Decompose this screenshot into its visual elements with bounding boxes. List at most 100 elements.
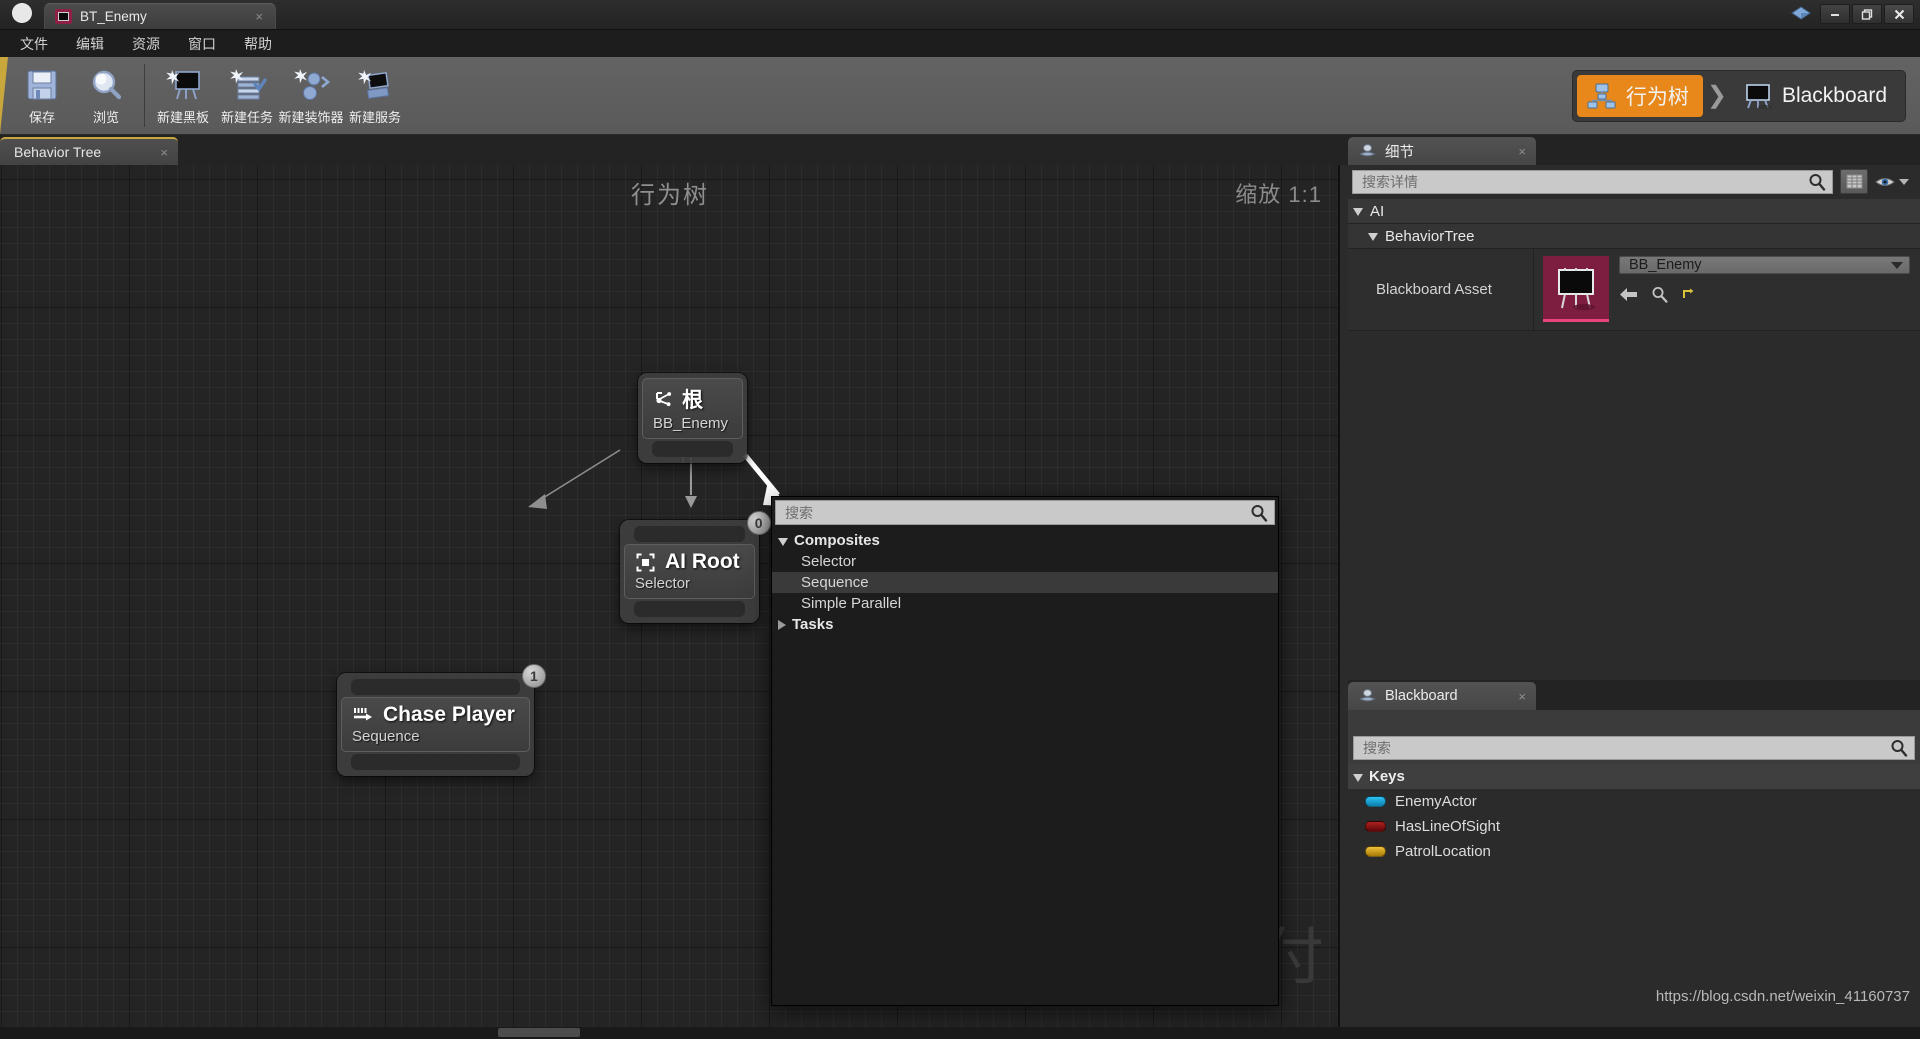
palette-item-simple-parallel[interactable]: Simple Parallel: [772, 593, 1278, 614]
menu-edit[interactable]: 编辑: [62, 31, 118, 57]
blackboard-key-haslineofsight[interactable]: HasLineOfSight: [1348, 814, 1920, 839]
details-search-placeholder: 搜索详情: [1362, 173, 1418, 190]
blackboard-key-patrollocation[interactable]: PatrolLocation: [1348, 839, 1920, 864]
menu-asset[interactable]: 资源: [118, 31, 174, 57]
feedback-diamond-icon[interactable]: [1788, 3, 1814, 25]
graph-node-chase-player-output-pin[interactable]: [351, 754, 520, 770]
tab-behavior-tree-close-icon[interactable]: ×: [160, 145, 168, 160]
titlebar-controls: [1788, 0, 1920, 29]
graph-node-ai-root-body[interactable]: AI Root Selector 0: [620, 511, 771, 623]
blackboard-panel: Blackboard × 搜索 Keys EnemyActor HasLineO…: [1348, 680, 1920, 1027]
key-type-swatch: [1365, 846, 1386, 857]
window-buttons: [1820, 4, 1914, 24]
graph-node-chase-player-title-row: Chase Player: [352, 703, 515, 727]
chevron-down-icon[interactable]: [1898, 178, 1910, 186]
behavior-tree-icon: [1587, 83, 1616, 108]
expander-open-icon[interactable]: [1353, 208, 1363, 216]
palette-item-sequence[interactable]: Sequence: [772, 572, 1278, 593]
tab-blackboard[interactable]: Blackboard ×: [1348, 682, 1536, 710]
blackboard-keys-header-label: Keys: [1369, 768, 1405, 785]
graph-node-ai-root-input-pin[interactable]: [634, 526, 745, 542]
expander-open-icon[interactable]: [1353, 773, 1363, 782]
browse-button-label: 浏览: [92, 110, 119, 125]
menu-window[interactable]: 窗口: [174, 31, 230, 57]
details-view-grid-button[interactable]: [1840, 169, 1868, 194]
blackboard-asset-combobox[interactable]: BB_Enemy: [1619, 256, 1910, 274]
browse-icon: [88, 66, 124, 104]
minimize-button[interactable]: [1820, 4, 1850, 24]
tab-behavior-tree[interactable]: Behavior Tree ×: [0, 137, 178, 165]
new-task-button[interactable]: 新建任务: [215, 61, 279, 126]
mode-blackboard-label: Blackboard: [1781, 83, 1887, 107]
graph-node-chase-player-body[interactable]: Chase Player Sequence 1: [337, 664, 546, 776]
details-category-ai[interactable]: AI: [1348, 199, 1920, 224]
details-visibility-button[interactable]: [1875, 175, 1914, 189]
reset-arrow-icon: [1683, 288, 1694, 298]
blackboard-thumbnail[interactable]: [1543, 256, 1609, 322]
use-selected-asset-button[interactable]: [1619, 287, 1638, 302]
close-button[interactable]: [1884, 4, 1914, 24]
unreal-behavior-tree-editor: BT_Enemy × 文件 编辑 资源 窗口 帮助 保存 浏览 新建黑板 新建任…: [0, 0, 1920, 1039]
details-tab-icon: [1359, 144, 1376, 157]
graph-node-root-output-pin[interactable]: [652, 441, 734, 457]
details-category-ai-label: AI: [1370, 202, 1385, 220]
graph-node-root-body[interactable]: 根 BB_Enemy: [638, 373, 748, 463]
tab-details[interactable]: 细节 ×: [1348, 137, 1536, 165]
mode-blackboard-button[interactable]: Blackboard: [1731, 76, 1901, 116]
menu-file[interactable]: 文件: [6, 31, 62, 57]
expander-open-icon[interactable]: [1368, 233, 1378, 241]
save-button[interactable]: 保存: [10, 61, 74, 126]
main-toolbar: 保存 浏览 新建黑板 新建任务 新建装饰器 新建服务 行为树 ❯ Blackbo…: [0, 57, 1920, 135]
tab-details-close-icon[interactable]: ×: [1518, 144, 1526, 159]
palette-category-composites[interactable]: Composites: [772, 530, 1278, 551]
asset-tab-bt-enemy[interactable]: BT_Enemy ×: [44, 3, 276, 29]
graph-node-root-subtitle: BB_Enemy: [653, 415, 729, 432]
restore-button[interactable]: [1852, 4, 1882, 24]
selector-node-icon: [636, 553, 655, 571]
new-service-button[interactable]: 新建服务: [343, 61, 407, 126]
expander-open-icon[interactable]: [778, 537, 788, 546]
new-blackboard-button[interactable]: 新建黑板: [151, 61, 215, 126]
palette-list: Composites Selector Sequence Simple Para…: [772, 528, 1278, 635]
tab-blackboard-close-icon[interactable]: ×: [1518, 689, 1526, 704]
details-search-field[interactable]: 搜索详情: [1352, 169, 1833, 194]
browse-magnifier-icon: [1652, 287, 1668, 303]
toolbar-group-asset: 保存 浏览: [8, 57, 140, 134]
blackboard-key-enemyactor[interactable]: EnemyActor: [1348, 789, 1920, 814]
back-arrow-icon: [1620, 288, 1637, 301]
browse-button[interactable]: 浏览: [74, 61, 138, 126]
graph-node-chase-player-input-pin[interactable]: [351, 679, 520, 695]
graph-watermark-label: 行为树: [631, 182, 709, 209]
window-titlebar: BT_Enemy ×: [0, 0, 1920, 30]
graph-node-ai-root-title: AI Root: [665, 550, 740, 573]
graph-node-ai-root[interactable]: AI Root Selector 0: [620, 511, 771, 623]
blackboard-keys-header[interactable]: Keys: [1348, 764, 1920, 789]
mode-behavior-tree-button[interactable]: 行为树: [1576, 74, 1703, 117]
asset-action-buttons: [1619, 280, 1910, 303]
asset-tab-close-icon[interactable]: ×: [251, 9, 267, 24]
blackboard-search-row: 搜索: [1348, 710, 1920, 764]
node-palette-context-menu[interactable]: 搜索 Composites Selector Sequence Simple P…: [771, 496, 1279, 1006]
graph-node-root[interactable]: 根 BB_Enemy: [638, 373, 748, 463]
mode-behavior-tree-label: 行为树: [1625, 85, 1689, 109]
details-property-blackboard-asset: Blackboard Asset BB_Enemy: [1348, 249, 1920, 331]
reset-to-default-button[interactable]: [1681, 287, 1696, 302]
palette-search-field[interactable]: 搜索: [775, 500, 1275, 525]
details-category-behaviortree[interactable]: BehaviorTree: [1348, 224, 1920, 249]
expander-closed-icon[interactable]: [778, 619, 786, 630]
chevron-down-icon[interactable]: [1891, 261, 1903, 269]
new-decorator-button[interactable]: 新建装饰器: [279, 61, 344, 126]
blackboard-search-field[interactable]: 搜索: [1353, 736, 1915, 760]
search-icon: [1809, 173, 1826, 191]
details-search-row: 搜索详情: [1348, 165, 1920, 199]
palette-category-tasks[interactable]: Tasks: [772, 614, 1278, 635]
palette-item-selector[interactable]: Selector: [772, 551, 1278, 572]
graph-node-chase-player[interactable]: Chase Player Sequence 1: [337, 664, 546, 776]
menu-help[interactable]: 帮助: [230, 31, 286, 57]
toolbar-group-new: 新建黑板 新建任务 新建装饰器 新建服务: [149, 57, 409, 134]
blackboard-search-placeholder: 搜索: [1363, 740, 1391, 756]
browse-asset-button[interactable]: [1651, 286, 1668, 303]
mode-switcher: 行为树 ❯ Blackboard: [1571, 69, 1906, 122]
graph-node-ai-root-output-pin[interactable]: [634, 601, 745, 617]
blackboard-tab-icon: [1359, 689, 1376, 702]
